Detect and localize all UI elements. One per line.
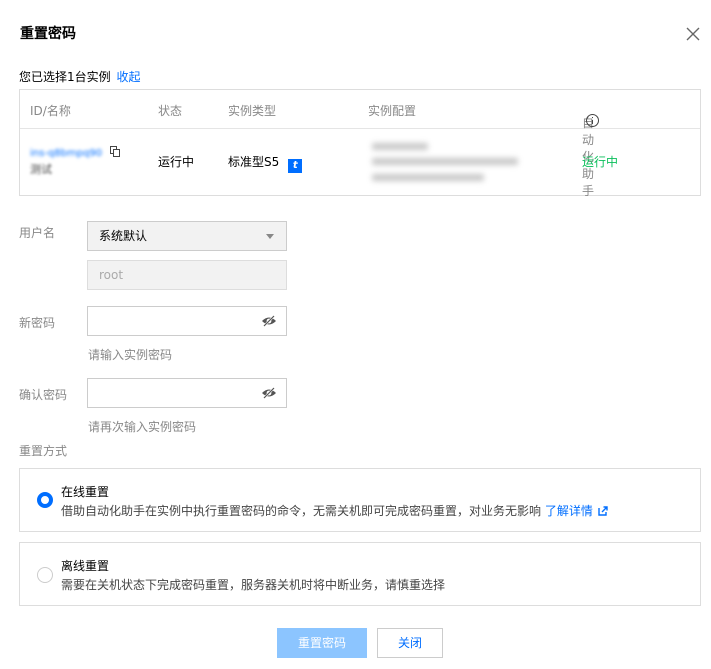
close-dialog-button[interactable]: 关闭 — [377, 628, 443, 658]
new-password-field — [87, 306, 287, 336]
instance-type-label: 标准型S5 — [228, 155, 280, 169]
confirm-password-field — [87, 378, 287, 408]
new-password-label: 新密码 — [19, 316, 56, 330]
header-config: 实例配置 — [368, 104, 417, 118]
close-button[interactable] — [686, 27, 700, 41]
new-password-hint: 请输入实例密码 — [88, 348, 173, 362]
collapse-link[interactable]: 收起 — [116, 70, 140, 84]
confirm-password-label: 确认密码 — [19, 388, 68, 402]
header-id-name: ID/名称 — [30, 104, 71, 118]
radio-offline[interactable] — [37, 567, 53, 583]
eye-off-icon[interactable] — [261, 387, 277, 399]
instance-id-link[interactable]: ins-q8bmpq90 — [30, 148, 102, 159]
selection-text: 您已选择1台实例 — [19, 70, 111, 84]
table-row: ins-q8bmpq90 测试 运行中 标准型S5 t 运行中 — [20, 129, 700, 195]
option-online-desc: 借助自动化助手在实例中执行重置密码的命令，无需关机即可完成密码重置，对业务无影响… — [61, 502, 608, 519]
external-link-icon[interactable] — [598, 505, 608, 516]
confirm-password-input[interactable] — [88, 379, 248, 407]
username-select[interactable]: 系统默认 — [87, 221, 287, 251]
selection-summary: 您已选择1台实例 收起 — [19, 68, 140, 85]
table-header: ID/名称 状态 实例类型 实例配置 自动化助手 — [20, 90, 700, 198]
option-offline-title: 离线重置 — [61, 559, 110, 573]
header-instance-type: 实例类型 — [228, 104, 277, 118]
reset-method-label: 重置方式 — [19, 444, 68, 458]
instance-id-cell: ins-q8bmpq90 测试 — [30, 145, 120, 177]
instance-name: 测试 — [30, 163, 52, 176]
option-online-reset[interactable]: 在线重置 借助自动化助手在实例中执行重置密码的命令，无需关机即可完成密码重置，对… — [19, 468, 701, 532]
username-readonly-field: root — [87, 260, 287, 290]
chevron-down-icon — [266, 234, 274, 239]
option-online-title: 在线重置 — [61, 485, 110, 499]
reset-password-button[interactable]: 重置密码 — [277, 628, 367, 658]
type-badge-icon: t — [288, 159, 303, 173]
radio-online[interactable] — [37, 492, 53, 508]
automation-status: 运行中 — [582, 155, 619, 169]
close-icon — [686, 27, 700, 41]
username-label: 用户名 — [19, 226, 56, 240]
option-offline-reset[interactable]: 离线重置 需要在关机状态下完成密码重置，服务器关机时将中断业务，请慎重选择 — [19, 542, 701, 606]
copy-icon[interactable] — [109, 146, 120, 157]
eye-off-icon[interactable] — [261, 315, 277, 327]
learn-more-link[interactable]: 了解详情 — [545, 504, 593, 518]
instance-table: ID/名称 状态 实例类型 实例配置 自动化助手 ins-q8bmpq90 测试… — [19, 89, 701, 198]
header-status: 状态 — [158, 104, 183, 118]
page-title: 重置密码 — [20, 26, 76, 42]
instance-type-cell: 标准型S5 t — [228, 153, 303, 173]
status-cell: 运行中 — [158, 155, 195, 169]
username-select-value: 系统默认 — [99, 229, 148, 243]
confirm-password-hint: 请再次输入实例密码 — [88, 420, 197, 434]
option-offline-desc: 需要在关机状态下完成密码重置，服务器关机时将中断业务，请慎重选择 — [61, 578, 446, 592]
new-password-input[interactable] — [88, 307, 248, 335]
info-icon[interactable] — [586, 114, 599, 127]
